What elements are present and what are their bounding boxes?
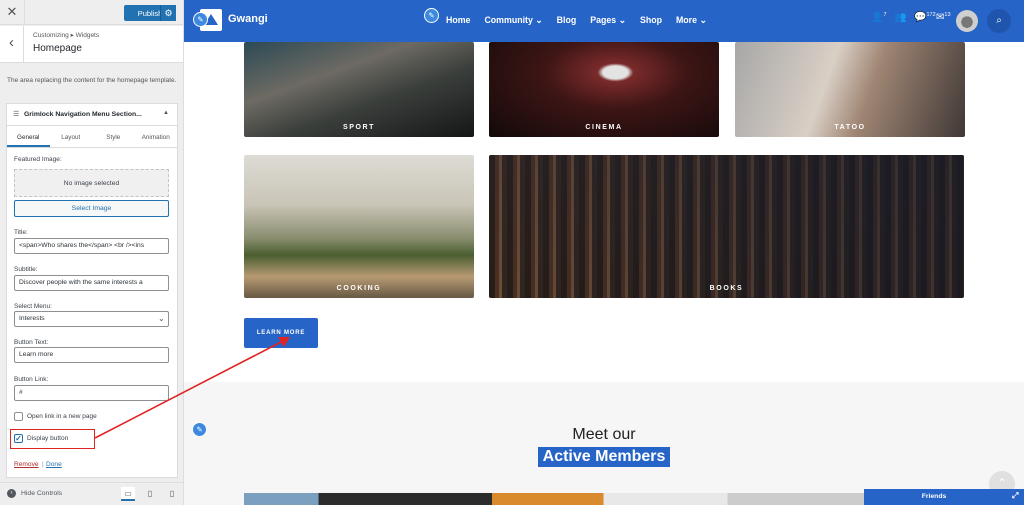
button-link-label: Button Link: bbox=[14, 376, 49, 383]
site-preview: ✎ Gwangi ✎ Home Community ⌄ Blog Pages ⌄… bbox=[184, 0, 1024, 505]
button-text-input[interactable]: Learn more bbox=[14, 347, 169, 363]
menu-item-label: More bbox=[675, 15, 697, 25]
tile-overlay bbox=[489, 155, 964, 298]
chevron-down-icon: ⌄ bbox=[535, 15, 543, 25]
hide-controls-button[interactable]: Hide Controls bbox=[21, 490, 62, 497]
new-page-label: Open link in a new page bbox=[27, 413, 97, 420]
category-tile-cooking[interactable]: COOKING bbox=[244, 155, 474, 298]
menu-item-pages[interactable]: Pages ⌄ bbox=[590, 15, 626, 26]
badge-count: 7 bbox=[883, 12, 887, 18]
expand-icon[interactable]: ⤢ bbox=[1012, 491, 1018, 501]
drag-handle-icon[interactable]: ☰ bbox=[13, 110, 19, 118]
category-tile-sport[interactable]: SPORT bbox=[244, 42, 474, 137]
title-label: Title: bbox=[14, 229, 28, 236]
main-menu: Home Community ⌄ Blog Pages ⌄ Shop More … bbox=[446, 15, 721, 26]
tab-style[interactable]: Style bbox=[92, 128, 135, 147]
badge-count: 172 bbox=[926, 12, 936, 18]
highlight-box bbox=[10, 429, 95, 449]
breadcrumb: Customizing ▸ Widgets bbox=[33, 32, 100, 39]
select-image-button[interactable]: Select Image bbox=[14, 200, 169, 217]
avatar[interactable] bbox=[956, 10, 978, 32]
section-heading: Meet our bbox=[572, 426, 636, 443]
customizer-panel: ✕ Publish ⚙ ‹ Customizing ▸ Widgets Home… bbox=[0, 0, 184, 505]
menu-item-more[interactable]: More ⌄ bbox=[676, 15, 707, 26]
member-photos-strip bbox=[244, 493, 864, 505]
category-tile-books[interactable]: BOOKS bbox=[489, 155, 964, 298]
chevron-left-icon: ‹ bbox=[9, 34, 14, 51]
button-text-label: Button Text: bbox=[14, 339, 49, 346]
chevron-up-icon: ⌃ bbox=[996, 476, 1008, 490]
tile-caption: BOOKS bbox=[709, 285, 744, 292]
tile-caption: TATOO bbox=[834, 124, 866, 131]
hide-controls-icon[interactable]: ‹ bbox=[7, 489, 16, 498]
title-input[interactable]: <span>Who shares the</span> <br /><ins bbox=[14, 238, 169, 254]
badge-count: 13 bbox=[944, 12, 951, 18]
tablet-preview-icon[interactable]: ▯ bbox=[143, 487, 157, 501]
menu-label: Select Menu: bbox=[14, 303, 52, 310]
menu-select[interactable]: Interests bbox=[14, 311, 169, 327]
tile-caption: CINEMA bbox=[585, 124, 623, 131]
menu-item-home[interactable]: Home bbox=[446, 15, 470, 26]
new-page-checkbox[interactable] bbox=[14, 412, 23, 421]
menu-item-blog[interactable]: Blog bbox=[557, 15, 577, 26]
link-separator: | bbox=[42, 461, 44, 468]
tab-layout[interactable]: Layout bbox=[50, 128, 93, 147]
section-heading-highlight: Active Members bbox=[537, 447, 671, 467]
tab-animation[interactable]: Animation bbox=[135, 128, 178, 147]
category-tile-tatoo[interactable]: TATOO bbox=[735, 42, 965, 137]
button-link-input[interactable]: # bbox=[14, 385, 169, 401]
chevron-down-icon: ⌄ bbox=[618, 15, 626, 25]
widget-header[interactable]: ☰ Grimlock Navigation Menu Section... ▲ bbox=[7, 104, 177, 126]
chevron-down-icon: ⌄ bbox=[158, 314, 165, 323]
section-heading-highlight-wrap: Active Members bbox=[184, 447, 1024, 467]
customizer-footer: ‹ Hide Controls ▭ ▯ ▯ bbox=[0, 482, 183, 505]
menu-item-community[interactable]: Community ⌄ bbox=[484, 15, 542, 26]
tile-caption: SPORT bbox=[342, 124, 376, 131]
tile-caption: COOKING bbox=[336, 285, 382, 292]
friends-bar[interactable]: Friends ⤢ bbox=[864, 489, 1024, 505]
collapse-arrow-icon[interactable]: ▲ bbox=[163, 110, 169, 116]
site-brand[interactable]: Gwangi bbox=[228, 13, 268, 25]
close-icon[interactable]: ✕ bbox=[0, 0, 25, 25]
page-title: Homepage bbox=[33, 43, 82, 54]
featured-image-label: Featured Image: bbox=[14, 156, 62, 163]
back-button[interactable]: ‹ bbox=[0, 26, 24, 63]
mobile-preview-icon[interactable]: ▯ bbox=[165, 487, 179, 501]
site-navbar: ✎ Gwangi ✎ Home Community ⌄ Blog Pages ⌄… bbox=[184, 0, 1024, 42]
category-tile-cinema[interactable]: CINEMA bbox=[489, 42, 719, 137]
friends-label: Friends bbox=[921, 493, 947, 500]
search-icon[interactable]: ⌕ bbox=[987, 9, 1011, 33]
chevron-down-icon: ⌄ bbox=[699, 15, 707, 25]
remove-link[interactable]: Remove bbox=[14, 461, 39, 468]
desktop-preview-icon[interactable]: ▭ bbox=[121, 487, 135, 501]
customizer-header: ✕ Publish ⚙ bbox=[0, 0, 183, 25]
subtitle-label: Subtitle: bbox=[14, 266, 38, 273]
image-placeholder: No image selected bbox=[14, 169, 169, 197]
learn-more-button[interactable]: LEARN MORE bbox=[244, 318, 318, 348]
gear-icon[interactable]: ⚙ bbox=[160, 5, 176, 21]
subtitle-input[interactable]: Discover people with the same interests … bbox=[14, 275, 169, 291]
done-link[interactable]: Done bbox=[46, 461, 62, 468]
widget-tabs: General Layout Style Animation bbox=[7, 128, 177, 148]
tab-general[interactable]: General bbox=[7, 128, 50, 147]
messages-icon[interactable]: 💬172 bbox=[914, 12, 936, 23]
section-header: ‹ Customizing ▸ Widgets Homepage bbox=[0, 26, 183, 63]
menu-item-label: Community bbox=[484, 15, 533, 25]
friend-requests-icon[interactable]: 👤7 bbox=[871, 12, 887, 23]
pencil-icon[interactable]: ✎ bbox=[193, 12, 208, 27]
menu-item-label: Pages bbox=[590, 15, 617, 25]
widget-title: Grimlock Navigation Menu Section... bbox=[24, 111, 142, 118]
menu-item-shop[interactable]: Shop bbox=[640, 15, 662, 26]
mail-icon[interactable]: ✉13 bbox=[936, 12, 951, 23]
customizer-screen: ✕ Publish ⚙ ‹ Customizing ▸ Widgets Home… bbox=[0, 0, 1024, 505]
section-description: The area replacing the content for the h… bbox=[7, 77, 177, 84]
pencil-icon[interactable]: ✎ bbox=[424, 8, 439, 23]
groups-icon[interactable]: 👥 bbox=[894, 12, 906, 23]
